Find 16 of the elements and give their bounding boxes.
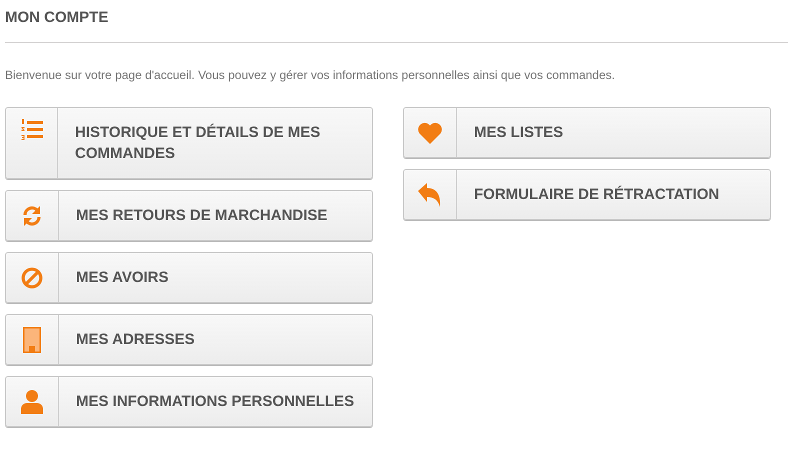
account-link[interactable]: HISTORIQUE ET DÉTAILS DE MES COMMANDES	[5, 107, 373, 179]
heart-icon	[417, 122, 443, 144]
account-link[interactable]: MES INFORMATIONS PERSONNELLES	[5, 376, 373, 427]
numbered-list-icon	[20, 118, 42, 142]
account-link[interactable]: MES RETOURS DE MARCHANDISE	[5, 190, 373, 241]
prohibited-icon	[21, 266, 43, 288]
user-icon	[21, 390, 43, 414]
account-link[interactable]: MES LISTES	[403, 107, 771, 158]
intro-text: Bienvenue sur votre page d'accueil. Vous pouvez y gérer vos informations personnelles ainsi que vos commandes.	[5, 68, 616, 82]
account-link[interactable]: MES ADRESSES	[5, 314, 373, 365]
page-title: MON COMPTE	[5, 8, 110, 28]
account-link[interactable]: MES AVOIRS	[5, 252, 373, 303]
account-link[interactable]: FORMULAIRE DE RÉTRACTATION	[403, 169, 771, 220]
reply-arrow-icon	[418, 182, 442, 206]
building-icon	[23, 326, 41, 352]
refresh-icon	[21, 204, 43, 226]
